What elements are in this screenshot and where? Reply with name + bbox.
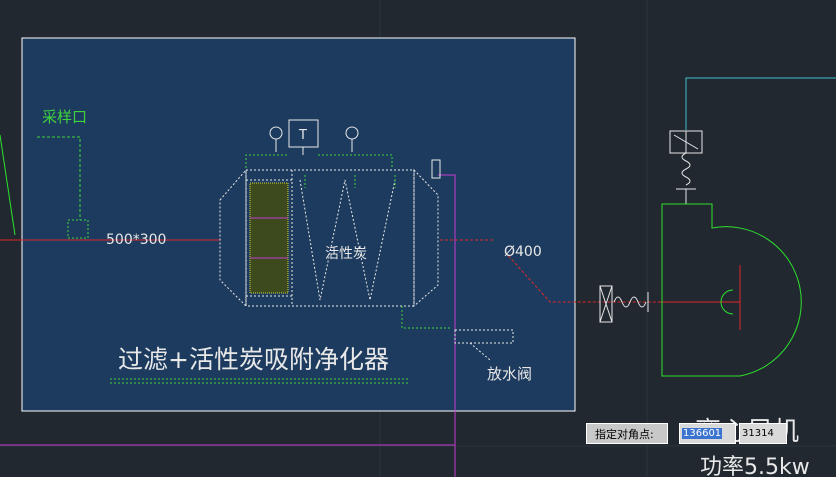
- fan-power-label: 功率5.5kw: [700, 455, 810, 477]
- centrifugal-fan-icon: [661, 203, 802, 377]
- cad-drawing-canvas[interactable]: 采样口 500*300 活性炭 T Ø400 放水阀 过滤+活性炭吸附净化器 功…: [0, 0, 836, 477]
- green-edge-line: [0, 134, 16, 236]
- sampling-port-label: 采样口: [42, 108, 87, 126]
- drain-label: 放水阀: [487, 365, 532, 383]
- exhaust-duct: [685, 77, 836, 130]
- outlet-diameter-label: Ø400: [504, 244, 542, 260]
- filter-media: [249, 182, 289, 294]
- thermometer-tag: T: [298, 128, 307, 143]
- prompt-label: 指定对角点:: [586, 423, 668, 444]
- x-coordinate-input[interactable]: 136601: [679, 423, 736, 444]
- y-coordinate-input[interactable]: 31314: [739, 423, 787, 444]
- command-prompt-tooltip: 指定对角点: 136601 31314: [586, 423, 787, 444]
- flexible-joint: [599, 285, 649, 323]
- carbon-label: 活性炭: [325, 246, 367, 262]
- duct-size-label: 500*300: [106, 232, 166, 248]
- purifier-title: 过滤+活性炭吸附净化器: [118, 345, 389, 374]
- exhaust-valve: [669, 130, 703, 204]
- x-coordinate-value: 136601: [682, 428, 723, 439]
